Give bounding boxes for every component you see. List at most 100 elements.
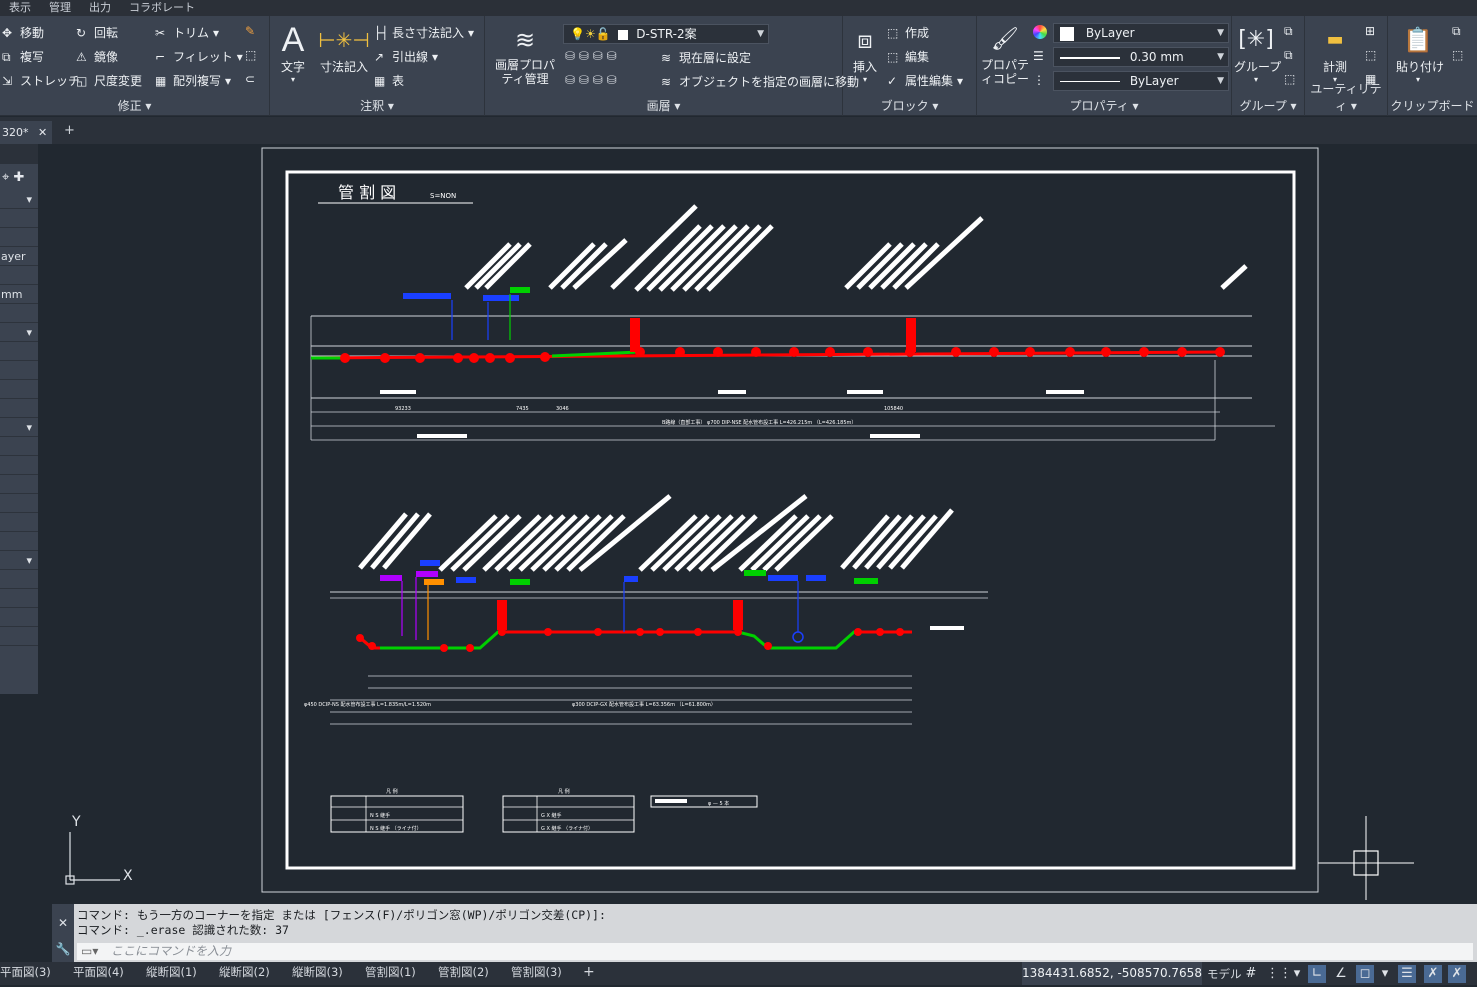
svg-text:凡 例: 凡 例	[386, 788, 398, 795]
scale-button[interactable]: ◱ 尺度変更	[76, 72, 142, 89]
cut-clip-icon[interactable]: ⬚	[1452, 48, 1463, 62]
layer-dropdown[interactable]: 💡☀🔓 D-STR-2案 ▼	[563, 24, 769, 44]
move-button[interactable]: ✥ 移動	[2, 24, 44, 41]
menu-view[interactable]: 表示	[0, 0, 40, 16]
move-to-layer-button[interactable]: ≋ オブジェクトを指定の画層に移動	[661, 73, 859, 90]
layout-tab[interactable]: 管割図(2)	[438, 962, 489, 985]
command-history-line: コマンド: _.erase 認識された数: 37	[77, 923, 289, 937]
set-current-button[interactable]: ≋ 現在層に設定	[661, 49, 751, 66]
ruler-icon: ▬	[1326, 29, 1344, 50]
svg-text:N S 継手: N S 継手	[370, 812, 390, 819]
fillet-button[interactable]: ⌐ フィレット ▾	[155, 48, 243, 65]
paste-button[interactable]: 📋 貼り付け ▾	[1396, 22, 1444, 84]
ucs-icon: Y X	[65, 814, 133, 885]
svg-text:7435: 7435	[516, 406, 529, 412]
close-icon[interactable]: ✕	[52, 916, 74, 930]
ungroup-icon[interactable]: ⧉	[1284, 24, 1293, 39]
grid-icon[interactable]: #	[1242, 965, 1260, 983]
annotation-panel-title[interactable]: 注釈 ▾	[270, 97, 484, 114]
group-edit-icon[interactable]: ⧉	[1284, 48, 1293, 63]
menu-manage[interactable]: 管理	[40, 0, 80, 16]
layout-tab[interactable]: 管割図(3)	[511, 962, 562, 985]
lineweight-dropdown[interactable]: 0.30 mm ▼	[1053, 47, 1229, 67]
linetype-dropdown[interactable]: ByLayer ▼	[1053, 71, 1229, 91]
menu-output[interactable]: 出力	[80, 0, 120, 16]
palette-section-toggle[interactable]: ▾	[0, 551, 38, 570]
table-button[interactable]: ▦ 表	[374, 72, 404, 89]
measure-button[interactable]: ▬ 計測 ▾	[1313, 22, 1357, 84]
drawing-scale: S=NON	[430, 192, 456, 200]
layout-tab[interactable]: 管割図(1)	[365, 962, 416, 985]
lineweight-toggle-icon[interactable]: ☰	[1398, 965, 1416, 983]
layer-properties-button[interactable]: ≋ 画層プロパティ管理	[489, 22, 561, 86]
attr-edit-button[interactable]: ✓ 属性編集 ▾	[887, 72, 963, 89]
copy-button[interactable]: ⧉ 複写	[2, 48, 44, 65]
match-properties-button[interactable]: 🖌 プロパティコピー	[979, 22, 1031, 86]
insert-button[interactable]: ⧈ 挿入 ▾	[847, 22, 883, 84]
block-panel-title[interactable]: ブロック ▾	[843, 97, 976, 114]
palette-select-icons[interactable]: ⌖ ✚	[0, 164, 38, 190]
chevron-down-icon[interactable]: ▾	[1288, 965, 1306, 983]
palette-row	[0, 209, 38, 228]
menu-collaborate[interactable]: コラボレート	[120, 0, 204, 16]
layout-tab[interactable]: 平面図(4)	[73, 962, 124, 985]
drawing-title: 管 割 図	[338, 183, 396, 202]
select-all-icon[interactable]: ⬚	[1365, 48, 1376, 62]
document-tab[interactable]: 320* ✕	[0, 121, 52, 144]
color-dropdown[interactable]: ByLayer ▼	[1053, 23, 1229, 43]
erase-button[interactable]: ✎	[245, 24, 259, 38]
osnap-icon[interactable]: ◻	[1356, 965, 1374, 983]
dimension-icon: ⊢✳⊣	[318, 28, 370, 52]
rotate-button[interactable]: ↻ 回転	[76, 24, 118, 41]
modify-panel-title[interactable]: 修正 ▾	[0, 97, 269, 114]
annotation-scale-icon[interactable]: ✗	[1424, 965, 1442, 983]
properties-panel-title[interactable]: プロパティ ▾	[977, 97, 1231, 114]
layout-tab[interactable]: 縦断図(2)	[219, 962, 270, 985]
move-icon: ✥	[2, 25, 13, 40]
edit-block-button[interactable]: ⬚ 編集	[887, 48, 929, 65]
quick-select-icon[interactable]: ⊞	[1365, 24, 1375, 38]
new-tab-button[interactable]: +	[64, 123, 75, 138]
snap-icon[interactable]: ⋮⋮	[1266, 965, 1292, 983]
offset-button[interactable]: ⊂	[245, 72, 259, 86]
drawing-canvas[interactable]: 管 割 図 S=NON 93233 7435 3046 105840 B路線（直…	[52, 144, 1477, 904]
layer-tools-row2[interactable]: ⛁ ⛁ ⛁ ⛁	[565, 73, 617, 87]
palette-row-lineweight: mm	[0, 285, 38, 304]
polar-icon[interactable]: ∠	[1332, 965, 1350, 983]
add-layout-button[interactable]: +	[583, 962, 595, 985]
group-select-icon[interactable]: ⬚	[1284, 72, 1295, 86]
ucs-x-label: X	[123, 868, 133, 884]
explode-button[interactable]: ⬚	[245, 48, 259, 62]
wrench-icon[interactable]: 🔧	[52, 942, 74, 956]
layout-tab[interactable]: 縦断図(1)	[146, 962, 197, 985]
stretch-button[interactable]: ⇲ ストレッチ	[2, 72, 80, 89]
array-button[interactable]: ▦ 配列複写 ▾	[155, 72, 231, 89]
color-wheel-icon	[1033, 25, 1047, 39]
layout-tab[interactable]: 平面図(3)	[0, 962, 51, 985]
annotation-visibility-icon[interactable]: ✗	[1448, 965, 1466, 983]
model-space-button[interactable]: モデル	[1207, 964, 1242, 987]
utilities-panel-title[interactable]: ユーティリティ ▾	[1305, 80, 1387, 114]
create-block-button[interactable]: ⬚ 作成	[887, 24, 929, 41]
leader-button[interactable]: ↗ 引出線 ▾	[374, 48, 438, 65]
layer-tools-row1[interactable]: ⛁ ⛁ ⛁ ⛁	[565, 49, 617, 63]
close-icon[interactable]: ✕	[38, 126, 47, 139]
dimension-button[interactable]: ⊢✳⊣ 寸法記入	[318, 22, 370, 75]
ortho-icon[interactable]: ∟	[1308, 965, 1326, 983]
group-button[interactable]: [✳] グループ ▾	[1234, 22, 1281, 84]
mirror-button[interactable]: ⚠ 鏡像	[76, 48, 118, 65]
palette-section-toggle[interactable]: ▾	[0, 323, 38, 342]
palette-section-toggle[interactable]: ▾	[0, 418, 38, 437]
palette-dropdown[interactable]: ▾	[0, 190, 38, 209]
layout-tab[interactable]: 縦断図(3)	[292, 962, 343, 985]
groups-panel-title[interactable]: グループ ▾	[1232, 97, 1304, 114]
copy-clip-icon[interactable]: ⧉	[1452, 24, 1461, 39]
clipboard-panel-title[interactable]: クリップボード	[1388, 97, 1477, 114]
text-button[interactable]: A 文字 ▾	[276, 22, 310, 84]
mirror-icon: ⚠	[76, 49, 87, 64]
trim-button[interactable]: ✂ トリム ▾	[155, 24, 219, 41]
linear-dim-button[interactable]: ├┤ 長さ寸法記入 ▾	[374, 24, 474, 41]
chevron-down-icon[interactable]: ▾	[1376, 965, 1394, 983]
layers-panel-title[interactable]: 画層 ▾	[485, 97, 842, 114]
command-input[interactable]: ▭▾ ここにコマンドを入力	[77, 943, 1473, 960]
